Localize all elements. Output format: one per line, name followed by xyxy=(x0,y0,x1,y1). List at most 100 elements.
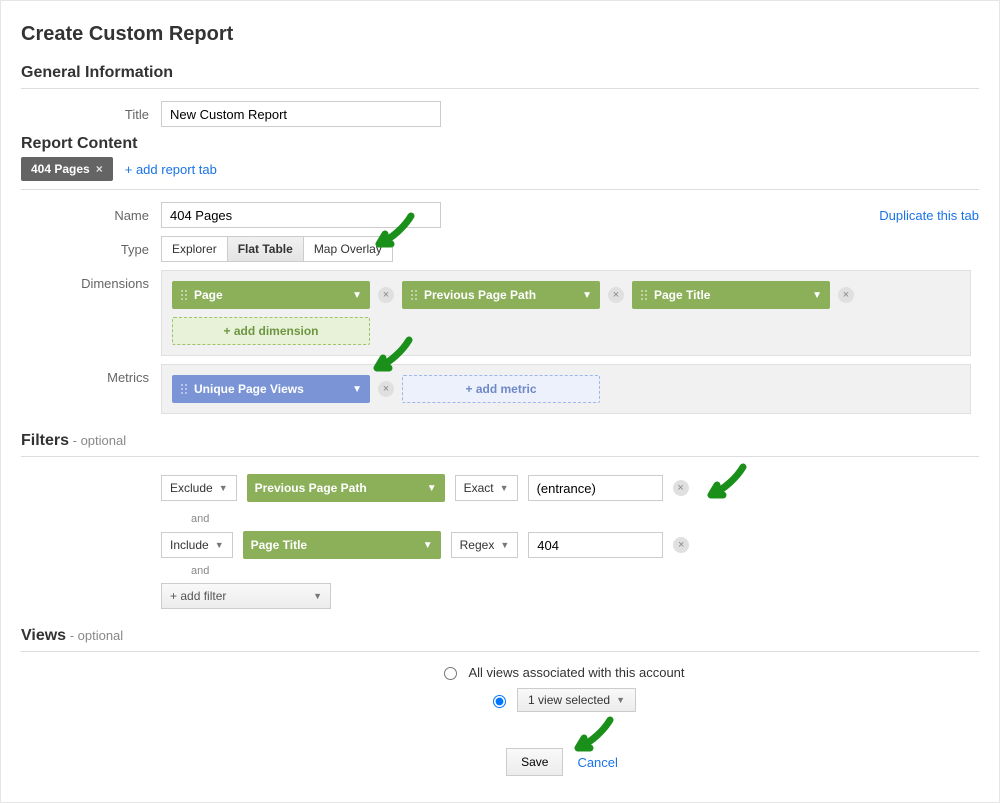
close-icon[interactable]: × xyxy=(96,162,103,176)
page-container: Create Custom Report General Information… xyxy=(0,0,1000,803)
views-all-radio[interactable] xyxy=(444,667,457,680)
dimension-page[interactable]: Page ▼ xyxy=(172,281,370,309)
filter-condition-select[interactable]: Exclude ▼ xyxy=(161,475,237,501)
select-value: Exact xyxy=(464,481,494,495)
add-filter-label: + add filter xyxy=(170,589,226,603)
add-dimension-button[interactable]: + add dimension xyxy=(172,317,370,345)
dimension-page-title[interactable]: Page Title ▼ xyxy=(632,281,830,309)
label-metrics: Metrics xyxy=(21,364,161,385)
filter-match-select[interactable]: Exact ▼ xyxy=(455,475,518,501)
section-filters-title: Filters - optional xyxy=(21,432,979,450)
chevron-down-icon: ▼ xyxy=(616,695,625,705)
chevron-down-icon: ▼ xyxy=(313,591,322,601)
remove-dimension-button[interactable]: × xyxy=(378,287,394,303)
save-button[interactable]: Save xyxy=(506,748,563,776)
cancel-link[interactable]: Cancel xyxy=(577,755,617,770)
remove-filter-button[interactable]: × xyxy=(673,537,689,553)
chevron-down-icon: ▼ xyxy=(215,540,224,550)
tab-label: 404 Pages xyxy=(31,162,90,176)
filter-field-select[interactable]: Page Title ▼ xyxy=(243,531,441,559)
chip-label: Page xyxy=(194,288,223,302)
row-views: All views associated with this account 1… xyxy=(21,664,979,776)
section-report-content-title: Report Content xyxy=(21,135,979,153)
dimensions-panel: Page ▼ × Previous Page Path ▼ × Page Tit… xyxy=(161,270,971,356)
name-input[interactable] xyxy=(161,202,441,228)
drag-handle-icon xyxy=(180,289,188,301)
type-flat-table-button[interactable]: Flat Table xyxy=(228,237,304,261)
chip-label: Page Title xyxy=(251,538,307,552)
row-filters: Exclude ▼ Previous Page Path ▼ Exact ▼ ×… xyxy=(21,469,979,609)
row-title: Title xyxy=(21,101,979,127)
type-map-overlay-button[interactable]: Map Overlay xyxy=(304,237,392,261)
divider xyxy=(21,456,979,457)
remove-filter-button[interactable]: × xyxy=(673,480,689,496)
type-button-group: Explorer Flat Table Map Overlay xyxy=(161,236,393,262)
chevron-down-icon: ▼ xyxy=(352,384,362,395)
filter-row-0: Exclude ▼ Previous Page Path ▼ Exact ▼ × xyxy=(161,469,743,507)
chevron-down-icon: ▼ xyxy=(219,483,228,493)
divider xyxy=(21,651,979,652)
filter-and-label: and xyxy=(191,513,209,525)
chevron-down-icon: ▼ xyxy=(352,290,362,301)
annotation-arrow-icon xyxy=(703,463,747,501)
select-value: Exclude xyxy=(170,481,213,495)
metrics-panel: Unique Page Views ▼ × + add metric xyxy=(161,364,971,414)
chip-label: Page Title xyxy=(654,288,710,302)
filters-heading: Filters xyxy=(21,432,69,449)
drag-handle-icon xyxy=(640,289,648,301)
chevron-down-icon: ▼ xyxy=(500,483,509,493)
filter-condition-select[interactable]: Include ▼ xyxy=(161,532,233,558)
row-name: Name Duplicate this tab xyxy=(21,202,979,228)
divider xyxy=(21,189,979,190)
views-all-label: All views associated with this account xyxy=(468,665,684,680)
drag-handle-icon xyxy=(410,289,418,301)
duplicate-tab-link[interactable]: Duplicate this tab xyxy=(879,208,979,223)
views-selected-label: 1 view selected xyxy=(528,693,610,707)
label-name: Name xyxy=(21,202,161,223)
label-dimensions: Dimensions xyxy=(21,270,161,291)
filter-row-1: Include ▼ Page Title ▼ Regex ▼ × xyxy=(161,531,689,559)
chip-label: Unique Page Views xyxy=(194,382,304,396)
tab-404-pages[interactable]: 404 Pages × xyxy=(21,157,113,181)
title-input[interactable] xyxy=(161,101,441,127)
select-value: Regex xyxy=(460,538,495,552)
remove-metric-button[interactable]: × xyxy=(378,381,394,397)
views-optional: - optional xyxy=(66,628,123,643)
label-type: Type xyxy=(21,236,161,257)
add-metric-button[interactable]: + add metric xyxy=(402,375,600,403)
select-value: Include xyxy=(170,538,209,552)
chevron-down-icon: ▼ xyxy=(427,483,437,494)
filter-value-input[interactable] xyxy=(528,532,663,558)
chip-label: Previous Page Path xyxy=(424,288,536,302)
dimension-previous-page-path[interactable]: Previous Page Path ▼ xyxy=(402,281,600,309)
label-views-spacer xyxy=(21,664,145,670)
filters-optional: - optional xyxy=(69,433,126,448)
section-views-title: Views - optional xyxy=(21,627,979,645)
chevron-down-icon: ▼ xyxy=(423,540,433,551)
remove-dimension-button[interactable]: × xyxy=(838,287,854,303)
filter-field-select[interactable]: Previous Page Path ▼ xyxy=(247,474,445,502)
chip-label: Previous Page Path xyxy=(255,481,367,495)
divider xyxy=(21,88,979,89)
filter-value-input[interactable] xyxy=(528,475,663,501)
add-filter-button[interactable]: + add filter ▼ xyxy=(161,583,331,609)
chevron-down-icon: ▼ xyxy=(582,290,592,301)
metric-unique-page-views[interactable]: Unique Page Views ▼ xyxy=(172,375,370,403)
report-tabs: 404 Pages × + add report tab xyxy=(21,157,979,181)
filter-match-select[interactable]: Regex ▼ xyxy=(451,532,519,558)
chevron-down-icon: ▼ xyxy=(812,290,822,301)
add-report-tab-link[interactable]: + add report tab xyxy=(125,162,217,177)
section-general-title: General Information xyxy=(21,64,979,82)
type-explorer-button[interactable]: Explorer xyxy=(162,237,228,261)
label-filters-spacer xyxy=(21,469,161,475)
filter-and-label: and xyxy=(191,565,209,577)
row-metrics: Metrics Unique Page Views ▼ × + add metr… xyxy=(21,364,979,414)
chevron-down-icon: ▼ xyxy=(500,540,509,550)
drag-handle-icon xyxy=(180,383,188,395)
views-selected-button[interactable]: 1 view selected ▼ xyxy=(517,688,636,712)
page-title: Create Custom Report xyxy=(21,23,979,46)
views-selected-radio[interactable] xyxy=(493,695,506,708)
remove-dimension-button[interactable]: × xyxy=(608,287,624,303)
label-title: Title xyxy=(21,101,161,122)
row-dimensions: Dimensions Page ▼ × Previous Page Path ▼… xyxy=(21,270,979,356)
